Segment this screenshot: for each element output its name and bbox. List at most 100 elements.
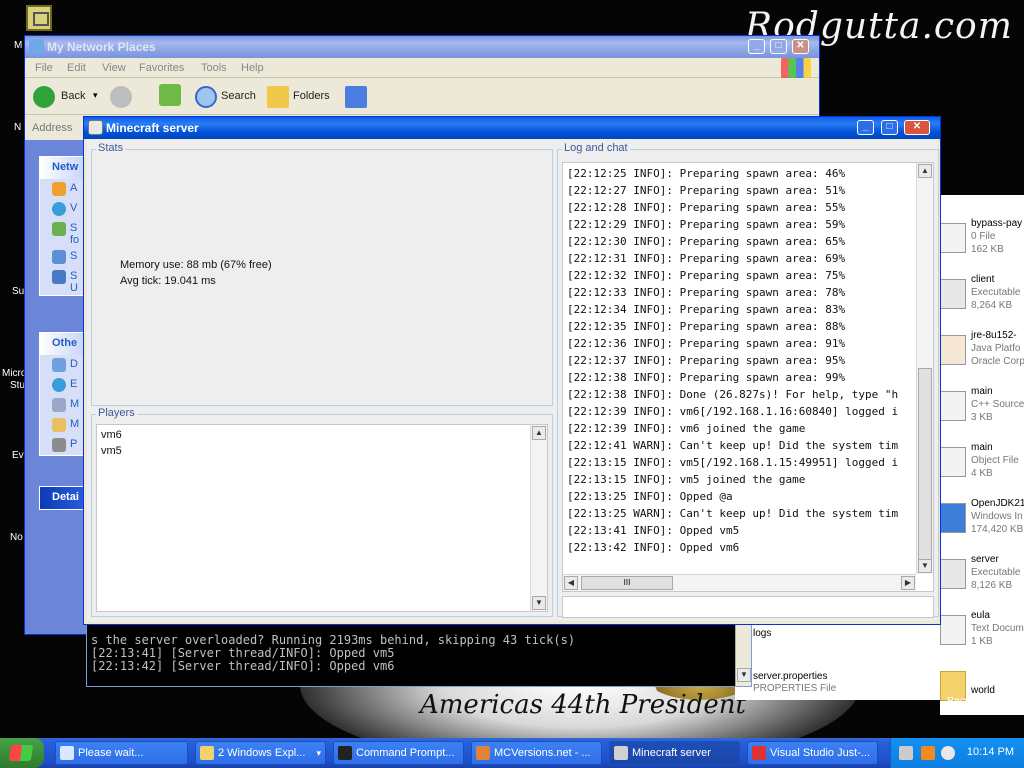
file-item[interactable]: main C++ Source 3 KB [940,383,1024,439]
menu-view[interactable]: View [102,62,126,74]
minimize-button[interactable]: _ [748,39,765,54]
views-icon[interactable] [345,86,367,108]
folders-icon[interactable] [267,86,289,108]
file-item[interactable]: bypass-pay 0 File 162 KB [940,215,1024,271]
scroll-up-icon[interactable]: ▲ [532,426,546,440]
task-item[interactable]: S [40,247,86,267]
java-icon [614,746,628,760]
log-chat-panel: Log and chat [22:12:25 INFO]: Preparing … [557,142,939,618]
file-item[interactable]: server.properties [753,671,827,682]
player-item[interactable]: vm6 [101,429,122,441]
desktop-label[interactable]: No [10,532,23,543]
task-item[interactable]: S U [40,267,86,295]
minimize-button[interactable]: _ [857,120,874,135]
maximize-button[interactable]: □ [770,39,787,54]
panel-title[interactable]: Detai [40,487,86,509]
task-item[interactable]: P [40,435,86,455]
recycle-bin-label[interactable]: Recycle Bin [947,696,983,718]
menu-file[interactable]: File [35,62,53,74]
console-scrollbar[interactable]: ▼ [735,617,751,686]
players-list[interactable]: vm6 vm5 ▲ ▼ [96,424,548,612]
taskbar-item[interactable]: Visual Studio Just-... [747,741,878,765]
menu-tools[interactable]: Tools [201,62,227,74]
back-dropdown-icon[interactable]: ▾ [93,90,98,101]
task-item[interactable]: M [40,415,86,435]
close-button[interactable]: ✕ [904,120,930,135]
player-item[interactable]: vm5 [101,445,122,457]
clock[interactable]: 10:14 PM [967,746,1014,758]
log-vertical-scrollbar[interactable]: ▲ ▼ [916,163,933,574]
taskbar-item[interactable]: MCVersions.net - ... [471,741,602,765]
file-item[interactable]: OpenJDK21 Windows In 174,420 KB [940,495,1024,551]
search-button[interactable]: Search [221,90,256,102]
scroll-down-icon[interactable]: ▼ [737,668,751,682]
memory-usage: Memory use: 88 mb (67% free) [120,259,272,271]
log-line: [22:12:31 INFO]: Preparing spawn area: 6… [567,252,846,265]
task-item[interactable]: S fo [40,219,86,247]
scroll-thumb[interactable] [918,368,932,568]
task-item[interactable]: E [40,375,86,395]
panel-title[interactable]: Othe [40,333,86,355]
taskbar-item[interactable]: Command Prompt... [333,741,464,765]
scroll-right-icon[interactable]: ▶ [901,576,915,590]
file-item[interactable]: client Executable 8,264 KB [940,271,1024,327]
panel-title[interactable]: Netw [40,157,86,179]
task-item[interactable]: M [40,395,86,415]
desktop-label[interactable]: Su [12,286,24,297]
chat-input[interactable] [562,596,934,618]
file-item[interactable]: server Executable 8,126 KB [940,551,1024,607]
file-item[interactable]: main Object File 4 KB [940,439,1024,495]
scroll-thumb[interactable]: III [581,576,673,590]
browser-icon [476,746,490,760]
scroll-down-icon[interactable]: ▼ [918,559,932,573]
file-item[interactable]: eula Text Docum 1 KB [940,607,1024,663]
window-icon [60,746,74,760]
folder-item[interactable]: logs [753,628,771,639]
scroll-up-icon[interactable]: ▲ [918,164,932,178]
desktop-label[interactable]: Ev [12,450,24,461]
log-area[interactable]: [22:12:25 INFO]: Preparing spawn area: 4… [562,162,934,592]
log-line: [22:12:38 INFO]: Done (26.827s)! For hel… [567,388,899,401]
back-arrow-icon[interactable] [33,86,55,108]
up-folder-icon[interactable] [159,84,181,106]
log-line: [22:12:25 INFO]: Preparing spawn area: 4… [567,167,846,180]
log-line: [22:12:29 INFO]: Preparing spawn area: 5… [567,218,846,231]
volume-icon[interactable] [941,746,955,760]
menu-favorites[interactable]: Favorites [139,62,184,74]
scroll-down-icon[interactable]: ▼ [532,596,546,610]
minecraft-titlebar[interactable]: Minecraft server _ □ ✕ [84,117,940,139]
folder-icon [200,746,214,760]
players-scrollbar[interactable]: ▲ ▼ [530,425,547,611]
log-line: [22:12:35 INFO]: Preparing spawn area: 8… [567,320,846,333]
start-button[interactable] [0,738,44,768]
taskbar-item[interactable]: Please wait... [55,741,188,765]
desktop-label[interactable]: N [14,122,21,133]
task-item[interactable]: A [40,179,86,199]
task-icon [52,250,66,264]
close-button[interactable]: ✕ [792,39,809,54]
search-icon[interactable] [195,86,217,108]
menu-edit[interactable]: Edit [67,62,86,74]
log-line: [22:12:39 INFO]: vm6[/192.168.1.16:60840… [567,405,899,418]
java-update-icon[interactable] [921,746,935,760]
maximize-button[interactable]: □ [881,120,898,135]
desktop-shortcut-icon[interactable] [26,5,52,31]
taskbar-item-active[interactable]: Minecraft server [609,741,740,765]
network-places-titlebar[interactable]: My Network Places _ □ ✕ [25,36,819,58]
task-item[interactable]: V [40,199,86,219]
desktop-label[interactable]: Micro [2,368,26,379]
desktop-label[interactable]: M [14,40,22,51]
folders-button[interactable]: Folders [293,90,330,102]
file-item[interactable]: jre-8u152- Java Platfo Oracle Corp [940,327,1024,383]
network-icon[interactable] [899,746,913,760]
stats-panel: Stats Memory use: 88 mb (67% free) Avg t… [91,142,553,406]
log-horizontal-scrollbar[interactable]: ◀ III ▶ [563,574,916,591]
taskbar-item[interactable]: 2 Windows Expl... ▾ [195,741,326,765]
back-button[interactable]: Back [61,90,85,102]
desktop-label[interactable]: Stu [10,380,25,391]
menu-help[interactable]: Help [241,62,264,74]
forward-arrow-icon[interactable] [110,86,132,108]
cmd-icon [338,746,352,760]
task-item[interactable]: D [40,355,86,375]
scroll-left-icon[interactable]: ◀ [564,576,578,590]
